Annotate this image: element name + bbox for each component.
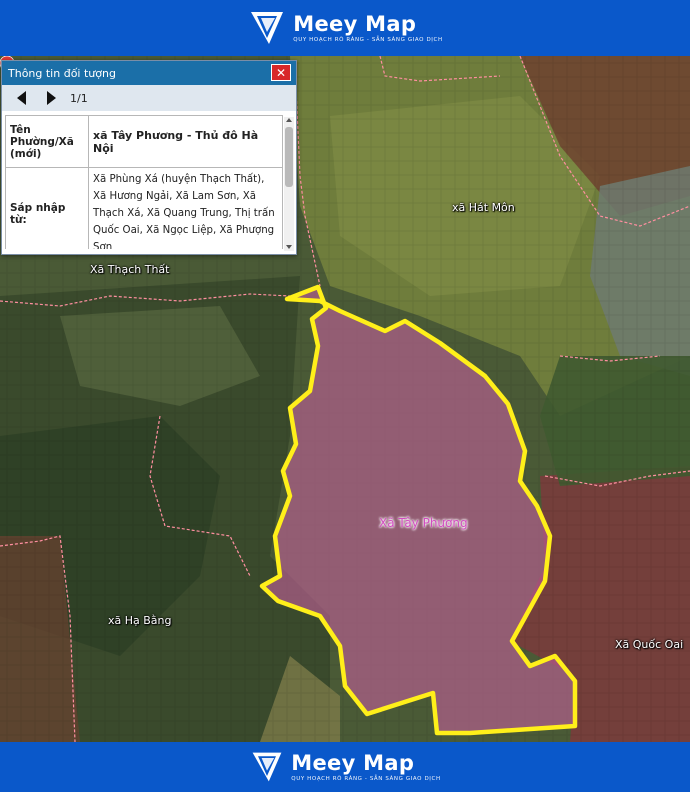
- info-table: Tên Phường/Xã (mới) xã Tây Phương - Thủ …: [5, 115, 283, 249]
- brand: Meey Map QUY HOẠCH RÕ RÀNG - SẴN SÀNG GI…: [247, 8, 442, 48]
- page-indicator: 1/1: [70, 91, 88, 105]
- brand-tagline: QUY HOẠCH RÕ RÀNG - SẴN SÀNG GIAO DỊCH: [291, 776, 441, 782]
- table-row: Tên Phường/Xã (mới) xã Tây Phương - Thủ …: [5, 115, 283, 168]
- label-quoc-oai: Xã Quốc Oai: [615, 638, 684, 651]
- next-button[interactable]: [40, 88, 62, 108]
- scroll-up-icon[interactable]: [286, 118, 292, 122]
- panel-pagination: 1/1: [2, 85, 296, 111]
- brand-footer: Meey Map QUY HOẠCH RÕ RÀNG - SẴN SÀNG GI…: [249, 749, 440, 785]
- arrow-right-icon: [46, 91, 56, 105]
- row-value: xã Tây Phương - Thủ đô Hà Nội: [88, 115, 283, 168]
- panel-header: Thông tin đối tượng ✕: [2, 61, 296, 85]
- label-ha-bang: xã Hạ Bằng: [108, 614, 172, 627]
- top-banner: Meey Map QUY HOẠCH RÕ RÀNG - SẴN SÀNG GI…: [0, 0, 690, 56]
- object-info-panel[interactable]: Thông tin đối tượng ✕ 1/1 Tên Phường/Xã …: [1, 60, 297, 255]
- prev-button[interactable]: [10, 88, 32, 108]
- label-tay-phuong: Xã Tây Phương: [379, 516, 468, 530]
- bottom-banner: Meey Map QUY HOẠCH RÕ RÀNG - SẴN SÀNG GI…: [0, 742, 690, 792]
- close-button[interactable]: ✕: [271, 64, 291, 81]
- label-thach-that: Xã Thạch Thất: [90, 263, 170, 276]
- brand-tagline: QUY HOẠCH RÕ RÀNG - SẴN SÀNG GIAO DỊCH: [293, 37, 443, 43]
- row-key: Tên Phường/Xã (mới): [5, 115, 89, 168]
- table-row: Sáp nhập từ: Xã Phùng Xá (huyện Thạch Th…: [5, 167, 283, 249]
- scroll-down-icon[interactable]: [286, 245, 292, 249]
- label-hat-mon: xã Hát Môn: [452, 201, 515, 214]
- close-icon: ✕: [275, 66, 287, 80]
- panel-scrollbar[interactable]: [284, 117, 294, 251]
- meey-map-logo: [252, 752, 282, 782]
- row-key: Sáp nhập từ:: [5, 167, 89, 249]
- brand-name: Meey Map: [291, 751, 415, 775]
- info-table-container[interactable]: Tên Phường/Xã (mới) xã Tây Phương - Thủ …: [5, 115, 283, 249]
- arrow-left-icon: [16, 91, 26, 105]
- scroll-thumb[interactable]: [285, 127, 293, 187]
- row-value: Xã Phùng Xá (huyện Thạch Thất), Xã Hương…: [88, 167, 283, 249]
- brand-name: Meey Map: [293, 12, 417, 36]
- meey-map-logo: [251, 12, 284, 44]
- panel-title: Thông tin đối tượng: [8, 66, 116, 80]
